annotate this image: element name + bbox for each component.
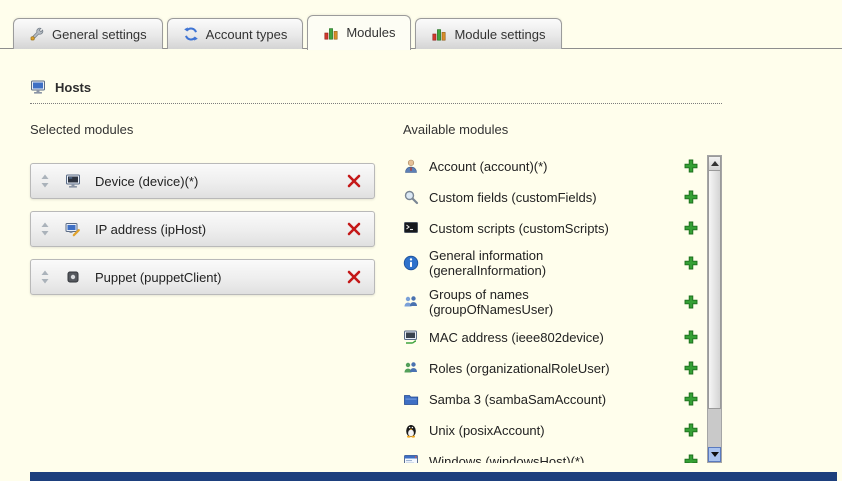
- remove-module-button[interactable]: [346, 173, 362, 189]
- tab-bar: General settings Account types Modules M…: [0, 0, 842, 49]
- available-module-label: Account (account)(*): [429, 159, 548, 174]
- computer-icon: [30, 79, 46, 95]
- wrench-icon: [29, 26, 45, 42]
- add-module-button[interactable]: [683, 220, 699, 236]
- available-module-label: Unix (posixAccount): [429, 423, 545, 438]
- available-modules-heading: Available modules: [403, 122, 723, 137]
- available-module-row: MAC address (ieee802device): [403, 326, 703, 348]
- add-module-button[interactable]: [683, 391, 699, 407]
- scrollbar-thumb[interactable]: [708, 171, 721, 409]
- lam-config-page: General settings Account types Modules M…: [0, 0, 842, 481]
- tab-label: General settings: [52, 27, 147, 42]
- samba-icon: [403, 391, 419, 407]
- ip-address-icon: [65, 221, 81, 237]
- tab-account-types[interactable]: Account types: [167, 18, 304, 49]
- add-module-button[interactable]: [683, 453, 699, 463]
- windows-icon: [403, 453, 419, 463]
- available-module-label: MAC address (ieee802device): [429, 330, 604, 345]
- scrollbar-track[interactable]: [708, 409, 721, 447]
- available-module-label: Windows (windowsHost)(*): [429, 454, 584, 464]
- device-icon: [65, 173, 81, 189]
- available-module-row: Unix (posixAccount): [403, 419, 703, 441]
- selected-modules-column: Selected modules Device (device)(*) IP ad…: [30, 122, 403, 463]
- add-module-button[interactable]: [683, 189, 699, 205]
- available-module-row: Groups of names (groupOfNamesUser): [403, 287, 703, 317]
- scroll-up-button[interactable]: [708, 156, 721, 171]
- tab-label: Modules: [346, 25, 395, 40]
- tab-label: Account types: [206, 27, 288, 42]
- drag-handle-icon[interactable]: [39, 269, 51, 285]
- scroll-down-button[interactable]: [708, 447, 721, 462]
- info-icon: [403, 255, 419, 271]
- section-title: Hosts: [55, 80, 91, 95]
- selected-module-label: IP address (ipHost): [95, 222, 206, 237]
- available-module-row: Roles (organizationalRoleUser): [403, 357, 703, 379]
- hosts-section-header: Hosts: [30, 79, 722, 104]
- remove-module-button[interactable]: [346, 269, 362, 285]
- unix-icon: [403, 422, 419, 438]
- available-module-label: Samba 3 (sambaSamAccount): [429, 392, 606, 407]
- drag-handle-icon[interactable]: [39, 221, 51, 237]
- available-module-label: Custom scripts (customScripts): [429, 221, 609, 236]
- remove-module-button[interactable]: [346, 221, 362, 237]
- available-modules-list: Account (account)(*) Custom fields (custo…: [403, 155, 703, 463]
- tab-general-settings[interactable]: General settings: [13, 18, 163, 49]
- roles-icon: [403, 360, 419, 376]
- selected-module-row: Puppet (puppetClient): [30, 259, 375, 295]
- available-module-row: Account (account)(*): [403, 155, 703, 177]
- available-module-label: Custom fields (customFields): [429, 190, 597, 205]
- refresh-icon: [183, 26, 199, 42]
- custom-scripts-icon: [403, 220, 419, 236]
- selected-module-row: IP address (ipHost): [30, 211, 375, 247]
- selected-modules-heading: Selected modules: [30, 122, 403, 137]
- selected-module-label: Device (device)(*): [95, 174, 198, 189]
- selected-module-label: Puppet (puppetClient): [95, 270, 221, 285]
- available-module-row: Windows (windowsHost)(*): [403, 450, 703, 463]
- groups-icon: [403, 294, 419, 310]
- add-module-button[interactable]: [683, 255, 699, 271]
- available-modules-scrollbar[interactable]: [707, 155, 722, 463]
- available-module-label: General information (generalInformation): [429, 248, 641, 278]
- tab-label: Module settings: [454, 27, 545, 42]
- scroll-down-icon: [711, 452, 719, 457]
- add-module-button[interactable]: [683, 294, 699, 310]
- tab-modules[interactable]: Modules: [307, 15, 411, 50]
- drag-handle-icon[interactable]: [39, 173, 51, 189]
- mac-address-icon: [403, 329, 419, 345]
- account-icon: [403, 158, 419, 174]
- selected-module-row: Device (device)(*): [30, 163, 375, 199]
- add-module-button[interactable]: [683, 329, 699, 345]
- bottom-section-bar: [30, 472, 837, 481]
- available-module-row: Custom fields (customFields): [403, 186, 703, 208]
- custom-fields-icon: [403, 189, 419, 205]
- selected-modules-list: Device (device)(*) IP address (ipHost) Pup…: [30, 163, 403, 295]
- available-module-label: Roles (organizationalRoleUser): [429, 361, 610, 376]
- add-module-button[interactable]: [683, 158, 699, 174]
- modules-icon: [323, 25, 339, 41]
- available-modules-column: Available modules Account (account)(*) Cu…: [403, 122, 723, 463]
- module-settings-icon: [431, 26, 447, 42]
- available-module-row: Custom scripts (customScripts): [403, 217, 703, 239]
- available-module-label: Groups of names (groupOfNamesUser): [429, 287, 641, 317]
- available-module-row: General information (generalInformation): [403, 248, 703, 278]
- modules-tab-content: Hosts Selected modules Device (device)(*…: [0, 79, 842, 463]
- available-module-row: Samba 3 (sambaSamAccount): [403, 388, 703, 410]
- scroll-up-icon: [711, 161, 719, 166]
- add-module-button[interactable]: [683, 360, 699, 376]
- puppet-icon: [65, 269, 81, 285]
- add-module-button[interactable]: [683, 422, 699, 438]
- tab-module-settings[interactable]: Module settings: [415, 18, 561, 49]
